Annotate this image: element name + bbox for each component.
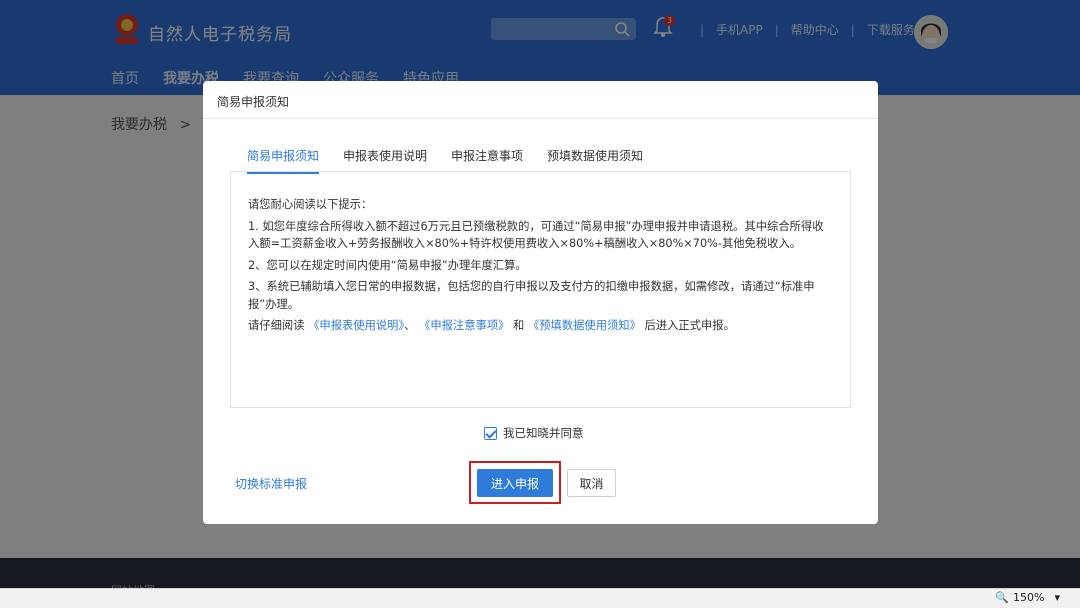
tab-form-instructions[interactable]: 申报表使用说明 <box>343 147 427 174</box>
agree-checkbox[interactable] <box>484 426 497 440</box>
form-instructions-link[interactable]: 《申报表使用说明》 <box>308 319 404 332</box>
browser-status-bar: 🔍 150% ▾ <box>0 588 1080 608</box>
agree-label[interactable]: 我已知晓并同意 <box>503 425 584 441</box>
declaration-notes-link[interactable]: 《申报注意事项》 <box>419 319 509 332</box>
notice-text: 请您耐心阅读以下提示： 1. 如您年度综合所得收入额不超过6万元且已预缴税款的，… <box>248 196 828 339</box>
tab-declaration-notes[interactable]: 申报注意事项 <box>451 147 523 174</box>
notice-content-panel[interactable]: 请您耐心阅读以下提示： 1. 如您年度综合所得收入额不超过6万元且已预缴税款的，… <box>230 171 851 408</box>
notice-paragraph-3: 3、系统已辅助填入您日常的申报数据，包括您的自行申报以及支付方的扣缴申报数据，如… <box>248 280 815 311</box>
agree-checkbox-row[interactable]: 我已知晓并同意 <box>484 425 584 441</box>
divider <box>203 118 878 119</box>
notice-paragraph-1: 1. 如您年度综合所得收入额不超过6万元且已预缴税款的，可通过“简易申报”办理申… <box>248 219 824 251</box>
read-and: 和 <box>513 319 525 332</box>
read-prefix: 请仔细阅读 <box>248 319 305 332</box>
cancel-button[interactable]: 取消 <box>567 469 616 497</box>
zoom-level: 150% <box>1013 591 1045 604</box>
switch-standard-declaration-link[interactable]: 切换标准申报 <box>235 475 307 492</box>
read-separator: 、 <box>404 319 416 332</box>
dialog-title: 简易申报须知 <box>217 95 290 109</box>
read-suffix: 后进入正式申报。 <box>644 319 735 332</box>
chevron-down-icon[interactable]: ▾ <box>1054 591 1060 604</box>
tab-prefilled-data-notice[interactable]: 预填数据使用须知 <box>547 147 643 174</box>
notice-intro: 请您耐心阅读以下提示： <box>248 198 373 211</box>
notice-paragraph-4: 请仔细阅读 《申报表使用说明》、 《申报注意事项》 和 《预填数据使用须知》 后… <box>248 317 828 335</box>
notice-paragraph-2: 2、您可以在规定时间内使用“简易申报”办理年度汇算。 <box>248 258 527 272</box>
tab-simple-declaration-notice[interactable]: 简易申报须知 <box>247 147 320 174</box>
simple-declaration-dialog: 简易申报须知 简易申报须知 申报表使用说明 申报注意事项 预填数据使用须知 请您… <box>203 81 878 524</box>
zoom-magnifier-icon: 🔍 <box>995 591 1010 604</box>
enter-declaration-button[interactable]: 进入申报 <box>477 469 553 497</box>
prefilled-data-notice-link[interactable]: 《预填数据使用须知》 <box>528 319 641 332</box>
zoom-control[interactable]: 🔍 150% ▾ <box>995 591 1060 604</box>
dialog-tabs: 简易申报须知 申报表使用说明 申报注意事项 预填数据使用须知 <box>247 147 667 174</box>
